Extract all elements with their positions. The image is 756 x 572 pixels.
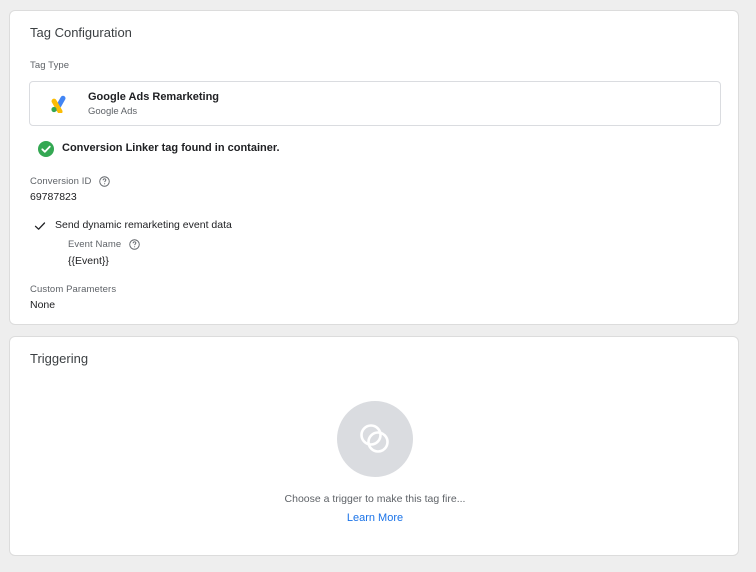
tag-configuration-card[interactable]: Tag Configuration Tag Type Google Ads Re…: [9, 10, 739, 325]
tag-type-label: Tag Type: [30, 60, 70, 71]
google-ads-logo-icon: [51, 95, 66, 113]
help-icon[interactable]: [99, 176, 110, 187]
checkmark-icon: [34, 222, 46, 230]
conversion-linker-text: Conversion Linker tag found in container…: [62, 142, 280, 154]
help-icon[interactable]: [129, 239, 140, 250]
conversion-id-label: Conversion ID: [30, 176, 92, 187]
trigger-placeholder-icon[interactable]: [337, 401, 413, 477]
conversion-id-value: 69787823: [30, 191, 77, 203]
triggering-title: Triggering: [30, 351, 89, 366]
custom-parameters-label: Custom Parameters: [30, 284, 117, 295]
tag-type-name: Google Ads Remarketing: [88, 91, 220, 103]
learn-more-link[interactable]: Learn More: [10, 512, 740, 524]
tag-configuration-title: Tag Configuration: [30, 25, 132, 40]
tag-type-box[interactable]: Google Ads Remarketing Google Ads: [29, 81, 721, 126]
check-circle-icon: [38, 141, 54, 157]
dynamic-remarketing-label: Send dynamic remarketing event data: [55, 219, 232, 231]
event-name-label: Event Name: [68, 239, 122, 250]
tag-type-provider: Google Ads: [88, 106, 138, 117]
custom-parameters-value: None: [30, 299, 56, 311]
triggering-card[interactable]: Triggering Choose a trigger to make this…: [9, 336, 739, 556]
trigger-icon: [360, 424, 389, 453]
event-name-value: {{Event}}: [68, 255, 109, 267]
trigger-empty-text: Choose a trigger to make this tag fire..…: [284, 493, 466, 505]
